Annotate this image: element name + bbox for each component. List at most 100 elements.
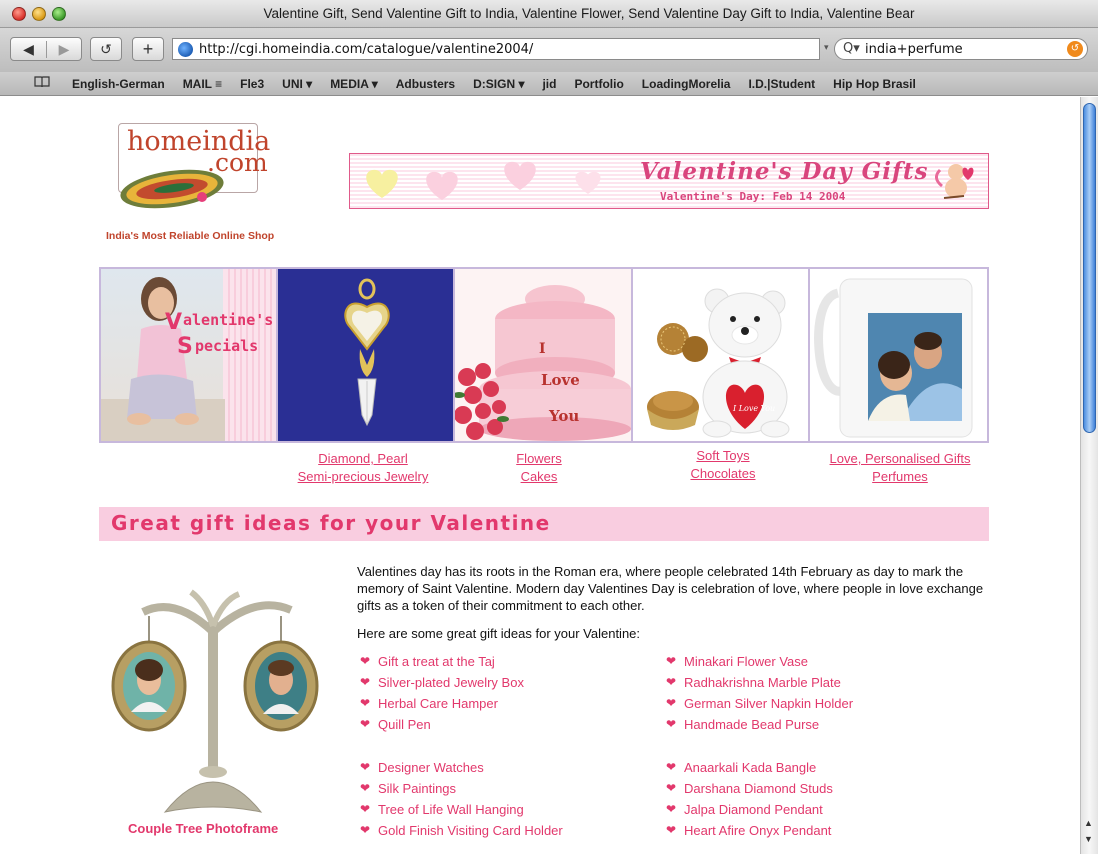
gift-item-label[interactable]: Heart Afire Onyx Pendant — [684, 820, 831, 841]
gift-item[interactable]: ❤ Gold Finish Visiting Card Holder — [360, 820, 563, 841]
gift-item[interactable]: ❤ Minakari Flower Vase — [666, 651, 853, 672]
gift-item-label[interactable]: Minakari Flower Vase — [684, 651, 808, 672]
valentine-banner[interactable]: Valentine's Day Gifts Valentine's Day: F… — [349, 153, 989, 209]
banner-title: Valentine's Day Gifts — [640, 158, 929, 185]
gift-item[interactable]: ❤ German Silver Napkin Holder — [666, 693, 853, 714]
gift-item-label[interactable]: Tree of Life Wall Hanging — [378, 799, 524, 820]
scroll-down-arrow-icon[interactable]: ▼ — [1084, 834, 1093, 844]
flowers-link-line2[interactable]: Cakes — [489, 468, 589, 486]
scroll-up-arrow-icon[interactable]: ▲ — [1084, 818, 1093, 828]
jewelry-tile[interactable] — [278, 269, 456, 441]
gift-item[interactable]: ❤ Heart Afire Onyx Pendant — [666, 820, 833, 841]
address-dropdown-icon[interactable]: ▾ — [824, 42, 829, 53]
gift-item[interactable]: ❤ Anaarkali Kada Bangle — [666, 757, 833, 778]
window-titlebar: Valentine Gift, Send Valentine Gift to I… — [0, 0, 1098, 28]
gift-item[interactable]: ❤ Quill Pen — [360, 714, 524, 735]
search-icon[interactable]: Q▾ — [843, 41, 860, 56]
flowers-category-link[interactable]: Flowers Cakes — [489, 450, 589, 486]
couple-tree-photoframe-image[interactable] — [105, 582, 325, 822]
bookmarks-bar: English-German MAIL ≡ Fle3 UNI ▾ MEDIA ▾… — [0, 72, 1098, 96]
bookmark-item[interactable]: UNI ▾ — [282, 77, 312, 91]
bookmark-item[interactable]: I.D.|Student — [748, 77, 815, 91]
gift-item-label[interactable]: Designer Watches — [378, 757, 484, 778]
book-icon[interactable] — [34, 76, 50, 91]
address-bar-url: http://cgi.homeindia.com/catalogue/valen… — [199, 42, 534, 57]
cake-icon: I Love You — [455, 269, 631, 441]
jewelry-link-line2[interactable]: Semi-precious Jewelry — [287, 468, 439, 486]
gift-list-left-a: ❤ Gift a treat at the Taj ❤ Silver-plated … — [360, 651, 524, 735]
bookmark-item[interactable]: Portfolio — [574, 77, 623, 91]
gift-item-label[interactable]: German Silver Napkin Holder — [684, 693, 853, 714]
cake-text-love: Love — [541, 371, 580, 389]
flowers-cakes-tile[interactable]: I Love You — [455, 269, 633, 441]
jewelry-link-line1[interactable]: Diamond, Pearl — [287, 450, 439, 468]
bookmark-item[interactable]: jid — [542, 77, 556, 91]
gift-item-label[interactable]: Silver-plated Jewelry Box — [378, 672, 524, 693]
gift-item[interactable]: ❤ Tree of Life Wall Hanging — [360, 799, 563, 820]
reload-button[interactable]: ↺ — [90, 37, 122, 61]
heart-bullet-icon: ❤ — [666, 802, 677, 816]
heart-bullet-icon: ❤ — [360, 696, 371, 710]
gift-item-label[interactable]: Radhakrishna Marble Plate — [684, 672, 841, 693]
vertical-scrollbar[interactable]: ▲ ▼ — [1080, 97, 1098, 854]
address-bar[interactable]: http://cgi.homeindia.com/catalogue/valen… — [172, 38, 820, 60]
photoframe-caption[interactable]: Couple Tree Photoframe — [128, 821, 278, 836]
flowers-link-line1[interactable]: Flowers — [489, 450, 589, 468]
zoom-window-icon[interactable] — [52, 7, 66, 21]
personalised-link-line1[interactable]: Love, Personalised Gifts — [812, 450, 988, 468]
gift-item[interactable]: ❤ Handmade Bead Purse — [666, 714, 853, 735]
gift-item-label[interactable]: Gift a treat at the Taj — [378, 651, 495, 672]
toys-category-link[interactable]: Soft Toys Chocolates — [663, 447, 783, 483]
gift-item[interactable]: ❤ Darshana Diamond Studs — [666, 778, 833, 799]
back-button[interactable]: ◀ — [11, 41, 46, 58]
bookmark-item[interactable]: Adbusters — [396, 77, 455, 91]
gift-item[interactable]: ❤ Herbal Care Hamper — [360, 693, 524, 714]
personalised-category-link[interactable]: Love, Personalised Gifts Perfumes — [812, 450, 988, 486]
gift-item[interactable]: ❤ Silk Paintings — [360, 778, 563, 799]
toys-link-line2[interactable]: Chocolates — [663, 465, 783, 483]
personalised-link-line2[interactable]: Perfumes — [812, 468, 988, 486]
add-bookmark-button[interactable]: + — [132, 37, 164, 61]
bookmark-item[interactable]: Fle3 — [240, 77, 264, 91]
bookmark-item[interactable]: D:SIGN ▾ — [473, 77, 524, 91]
valentines-specials-tile[interactable]: V alentine's S pecials — [101, 269, 279, 441]
heart-bullet-icon: ❤ — [360, 823, 371, 837]
window-title: Valentine Gift, Send Valentine Gift to I… — [263, 6, 915, 21]
bookmark-item[interactable]: LoadingMorelia — [642, 77, 731, 91]
woman-photo-icon: V alentine's S pecials — [101, 269, 277, 441]
heart-bullet-icon: ❤ — [666, 717, 677, 731]
personalised-gifts-tile[interactable] — [809, 269, 987, 441]
gift-item[interactable]: ❤ Radhakrishna Marble Plate — [666, 672, 853, 693]
bookmark-item[interactable]: English-German — [72, 77, 165, 91]
gift-item-label[interactable]: Herbal Care Hamper — [378, 693, 498, 714]
gift-item[interactable]: ❤ Jalpa Diamond Pendant — [666, 799, 833, 820]
gift-item[interactable]: ❤ Gift a treat at the Taj — [360, 651, 524, 672]
gift-item-label[interactable]: Gold Finish Visiting Card Holder — [378, 820, 563, 841]
close-window-icon[interactable] — [12, 7, 26, 21]
heart-bullet-icon: ❤ — [666, 696, 677, 710]
bookmark-item[interactable]: Hip Hop Brasil — [833, 77, 916, 91]
specials-v-letter: V — [165, 310, 182, 335]
scrollbar-thumb[interactable] — [1083, 103, 1096, 433]
gift-item-label[interactable]: Silk Paintings — [378, 778, 456, 799]
snapback-icon[interactable]: ↺ — [1067, 41, 1083, 57]
gift-item[interactable]: ❤ Silver-plated Jewelry Box — [360, 672, 524, 693]
forward-button[interactable]: ▶ — [45, 40, 81, 58]
bookmark-item[interactable]: MEDIA ▾ — [330, 77, 378, 91]
gift-item-label[interactable]: Handmade Bead Purse — [684, 714, 819, 735]
search-field[interactable]: Q▾ india+perfume ↺ — [834, 38, 1088, 60]
bookmark-item[interactable]: MAIL ≡ — [183, 77, 222, 91]
site-tagline: India's Most Reliable Online Shop — [106, 230, 275, 242]
teddy-bear-icon: I Love You — [632, 269, 808, 441]
toys-link-line1[interactable]: Soft Toys — [663, 447, 783, 465]
gift-item-label[interactable]: Quill Pen — [378, 714, 431, 735]
gift-item-label[interactable]: Anaarkali Kada Bangle — [684, 757, 816, 778]
site-logo[interactable]: homeindia .com — [114, 123, 270, 215]
heart-bullet-icon: ❤ — [360, 760, 371, 774]
gift-item-label[interactable]: Jalpa Diamond Pendant — [684, 799, 823, 820]
minimize-window-icon[interactable] — [32, 7, 46, 21]
soft-toys-tile[interactable]: I Love You — [632, 269, 810, 441]
gift-item-label[interactable]: Darshana Diamond Studs — [684, 778, 833, 799]
jewelry-category-link[interactable]: Diamond, Pearl Semi-precious Jewelry — [287, 450, 439, 486]
gift-item[interactable]: ❤ Designer Watches — [360, 757, 563, 778]
